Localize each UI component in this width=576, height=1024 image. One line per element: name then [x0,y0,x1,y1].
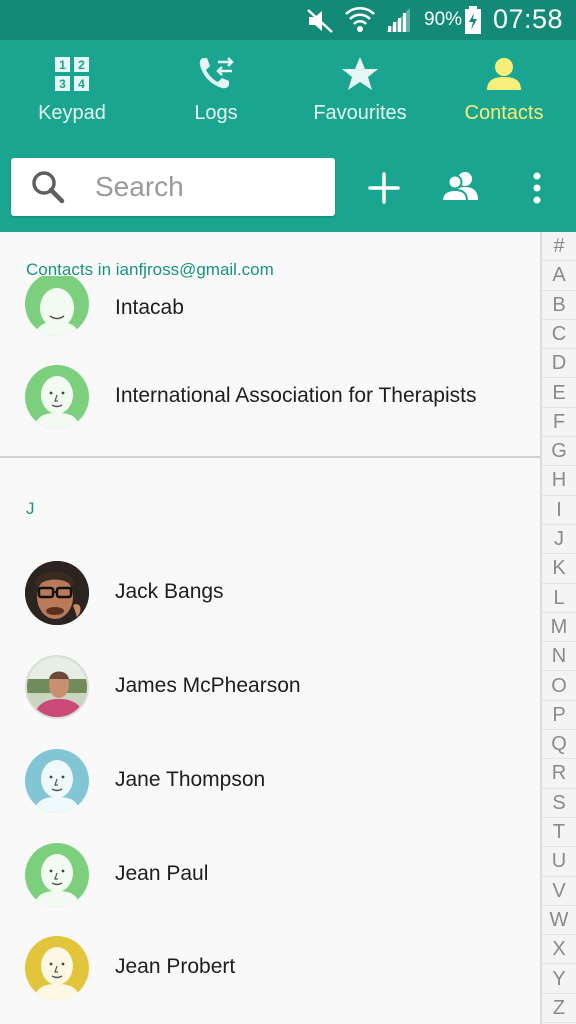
default-avatar-icon [34,760,80,813]
section-divider [0,456,540,458]
contact-name: Jane Thompson [115,768,266,791]
avatar [25,749,89,813]
add-contact-icon[interactable] [360,164,408,212]
index-letter[interactable]: D [542,349,576,379]
tab-logs-label: Logs [194,102,238,124]
contact-name: Intacab [115,296,184,319]
index-letter[interactable]: Q [542,730,576,760]
default-avatar-icon [34,854,80,907]
status-bar: 90% 07:58 [0,0,576,40]
contact-name: Jean Probert [115,955,236,978]
svg-text:3: 3 [59,77,66,91]
tab-keypad[interactable]: 1 2 3 4 Keypad [0,40,144,142]
search-input[interactable]: Search [11,158,335,216]
tab-keypad-label: Keypad [38,102,106,124]
tab-contacts-label: Contacts [464,102,544,124]
alphabet-index-bar[interactable]: # A B C D E F G H I J K L M N O P Q R S T U V W X Y Z [540,232,576,1024]
avatar [25,936,89,1000]
battery-percent: 90% [424,9,463,30]
contact-list: Contacts in ianfjross@gmail.com Intacab … [0,232,540,1024]
battery-charging-icon [465,6,481,34]
index-letter[interactable]: X [542,935,576,965]
index-letter[interactable]: A [542,261,576,291]
search-icon [32,171,65,204]
list-item[interactable]: Intacab [0,276,540,338]
default-avatar-icon [34,376,80,429]
index-letter[interactable]: B [542,291,576,320]
avatar [25,365,89,429]
section-header-j: J [26,499,35,518]
contact-name: Jack Bangs [115,580,224,603]
index-letter[interactable]: J [542,525,576,555]
index-letter[interactable]: G [542,437,576,467]
groups-icon[interactable] [437,164,485,212]
avatar [25,561,89,625]
contact-name: James McPhearson [115,674,301,697]
list-item[interactable]: Jack Bangs [0,553,540,633]
search-placeholder: Search [95,171,184,202]
star-icon [342,57,378,90]
toolbar: Search [0,142,576,232]
mute-icon [307,9,333,33]
svg-text:4: 4 [78,77,85,91]
avatar [25,655,89,719]
index-letter[interactable]: H [542,466,576,496]
index-letter[interactable]: F [542,408,576,438]
more-options-icon[interactable] [513,164,561,212]
index-letter[interactable]: O [542,672,576,701]
index-letter[interactable]: C [542,320,576,350]
index-letter[interactable]: R [542,759,576,789]
index-letter[interactable]: S [542,789,576,818]
list-item[interactable]: Jean Probert [0,928,540,1008]
index-letter[interactable]: T [542,818,576,848]
wifi-icon [345,7,375,32]
default-avatar-icon [35,288,79,336]
index-letter[interactable]: U [542,847,576,877]
index-letter[interactable]: Z [542,994,576,1024]
tab-favourites-label: Favourites [313,102,407,124]
photo-avatar [27,657,87,717]
index-letter[interactable]: Y [542,965,576,994]
list-item[interactable]: Jane Thompson [0,741,540,821]
index-letter[interactable]: K [542,554,576,584]
index-letter[interactable]: P [542,701,576,731]
call-log-icon [199,57,234,89]
contact-person-icon [487,58,521,90]
index-letter[interactable]: V [542,877,576,906]
index-letter[interactable]: E [542,379,576,408]
contact-name: International Association for Therapists [115,384,477,407]
signal-icon [386,8,410,32]
svg-text:2: 2 [78,58,85,72]
list-item[interactable]: International Association for Therapists [0,357,540,437]
contact-name: Jean Paul [115,862,209,885]
index-letter[interactable]: # [542,232,576,262]
photo-avatar [25,561,89,625]
index-letter[interactable]: L [542,584,576,613]
list-item[interactable]: James McPhearson [0,647,540,727]
index-letter[interactable]: I [542,496,576,525]
index-letter[interactable]: M [542,613,576,643]
tab-logs[interactable]: Logs [144,40,288,142]
tab-favourites[interactable]: Favourites [288,40,432,142]
keypad-icon: 1 2 3 4 [55,57,89,91]
index-letter[interactable]: W [542,906,576,936]
list-item[interactable]: Jean Paul [0,835,540,915]
tab-bar: 1 2 3 4 Keypad Logs Favourites Contacts [0,40,576,182]
avatar [25,843,89,907]
clock: 07:58 [493,4,564,34]
svg-text:1: 1 [59,58,66,72]
index-letter[interactable]: N [542,642,576,672]
tab-contacts[interactable]: Contacts [432,40,576,142]
avatar [25,276,89,336]
default-avatar-icon [34,947,80,1000]
